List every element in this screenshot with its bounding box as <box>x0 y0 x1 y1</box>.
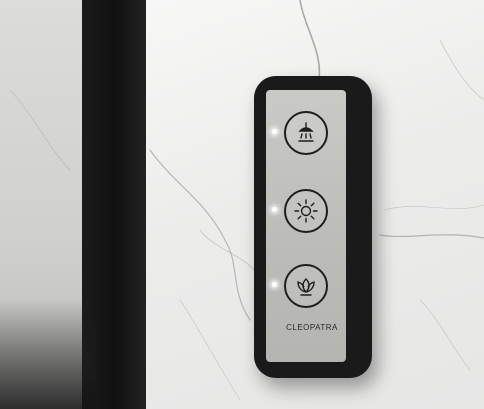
indicator-led <box>272 207 277 212</box>
indicator-led <box>272 282 277 287</box>
light-button[interactable] <box>284 189 328 233</box>
bathroom-scene: CLEOPATRA <box>0 0 484 409</box>
brand-logo: CLEOPATRA <box>282 323 342 332</box>
marble-veins <box>9 0 484 401</box>
sun-icon <box>294 199 318 223</box>
shower-button[interactable] <box>284 111 328 155</box>
shower-head-icon <box>298 122 314 142</box>
brand-name: CLEOPATRA <box>286 323 338 332</box>
indicator-led <box>272 129 277 134</box>
lotus-icon <box>297 278 315 296</box>
aroma-button[interactable] <box>284 264 328 308</box>
